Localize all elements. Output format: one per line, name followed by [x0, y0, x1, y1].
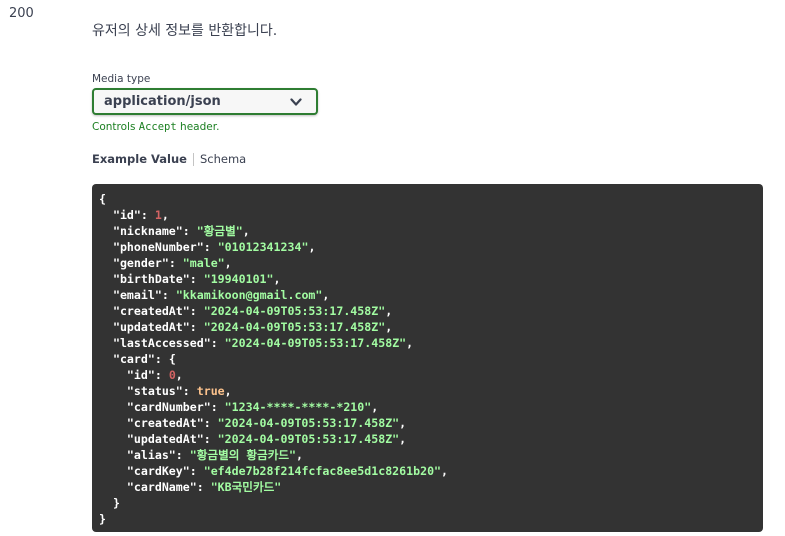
media-type-label: Media type	[92, 73, 151, 85]
json-created-at: "2024-04-09T05:53:17.458Z"	[203, 304, 386, 318]
json-id: 1	[154, 208, 162, 222]
json-updated-at: "2024-04-09T05:53:17.458Z"	[203, 320, 386, 334]
media-type-selected-value: application/json	[104, 94, 221, 109]
example-value-code-block[interactable]: { "id": 1, "nickname": "황금별", "phoneNumb…	[92, 184, 763, 532]
json-card-alias: "황금별의 황금카드"	[189, 448, 297, 462]
json-last-accessed: "2024-04-09T05:53:17.458Z"	[224, 336, 407, 350]
chevron-down-icon	[290, 98, 302, 106]
json-nickname: "황금별"	[196, 224, 243, 238]
tab-schema[interactable]: Schema	[200, 152, 246, 166]
controls-accept-note: Controls Accept header.	[92, 121, 219, 133]
json-card-id: 0	[168, 368, 176, 382]
json-card-created-at: "2024-04-09T05:53:17.458Z"	[217, 416, 400, 430]
controls-note-suffix: header.	[176, 121, 220, 133]
media-type-select[interactable]: application/json	[92, 88, 318, 115]
example-json: { "id": 1, "nickname": "황금별", "phoneNumb…	[99, 192, 449, 526]
response-status-code: 200	[9, 6, 34, 21]
json-card-number: "1234-****-****-*210"	[224, 400, 372, 414]
json-phone-number: "01012341234"	[217, 240, 309, 254]
json-card-name: "KB국민카드"	[210, 480, 282, 494]
json-card-updated-at: "2024-04-09T05:53:17.458Z"	[217, 432, 400, 446]
controls-note-prefix: Controls	[92, 121, 139, 133]
tab-divider	[192, 152, 194, 166]
response-description: 유저의 상세 정보를 반환합니다.	[92, 23, 278, 39]
controls-note-code: Accept	[138, 121, 177, 133]
tab-example-value[interactable]: Example Value	[92, 152, 187, 166]
json-card-key: "ef4de7b28f214fcfac8ee5d1c8261b20"	[203, 464, 442, 478]
example-tabs: Example Value Schema	[92, 152, 246, 166]
json-gender: "male"	[182, 256, 225, 270]
json-email: "kkamikoon@gmail.com"	[175, 288, 323, 302]
json-birth-date: "19940101"	[203, 272, 274, 286]
json-card-status: true	[196, 384, 225, 398]
